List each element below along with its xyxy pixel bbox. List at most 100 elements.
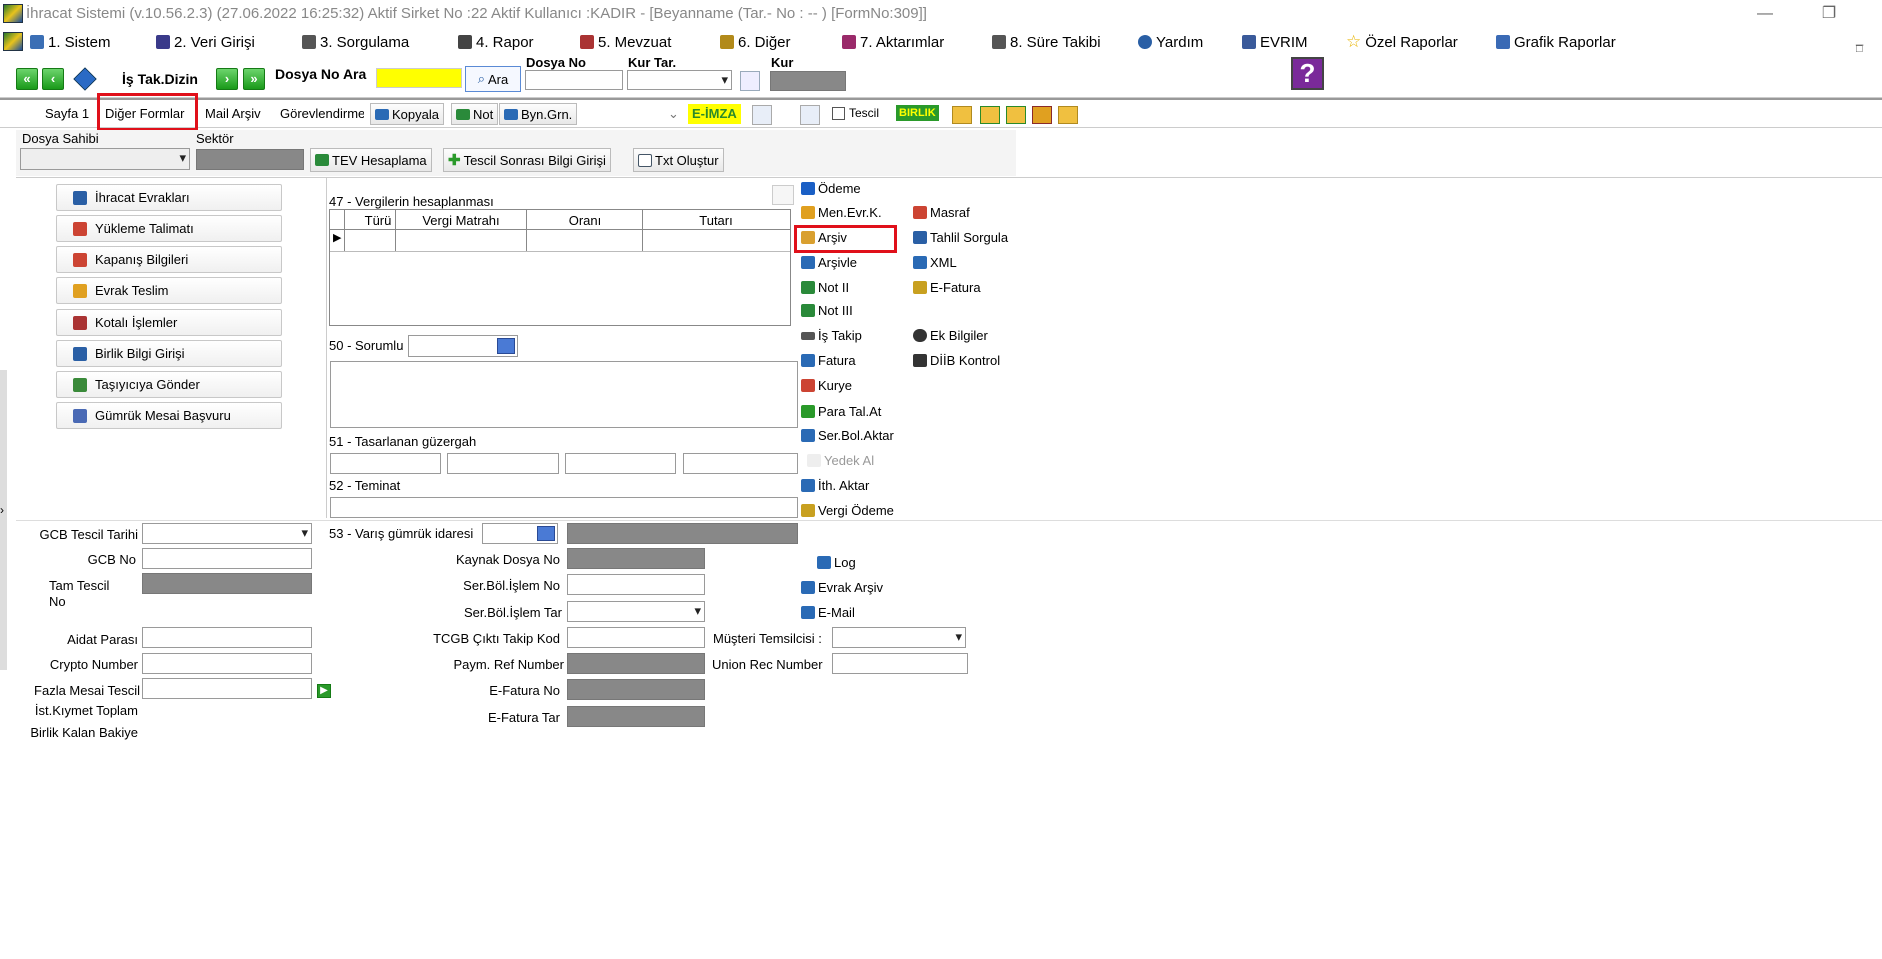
guzergah-input-1[interactable] xyxy=(330,453,441,474)
calendar-icon[interactable] xyxy=(740,71,760,91)
col-vergi-matrahi[interactable]: Vergi Matrahı xyxy=(396,213,526,228)
prev-record-button[interactable]: ‹ xyxy=(42,68,64,90)
tab-mail-arsiv[interactable]: Mail Arşiv xyxy=(205,106,261,121)
folder-settings-icon[interactable] xyxy=(1032,106,1052,124)
menu-item-evrim[interactable]: EVRIM xyxy=(1242,32,1308,52)
yukleme-talimati-button[interactable]: Yükleme Talimatı xyxy=(56,215,282,242)
dosya-no-ara-input[interactable] xyxy=(376,68,462,88)
col-orani[interactable]: Oranı xyxy=(527,213,643,228)
gcb-tescil-tarihi-select[interactable] xyxy=(142,523,312,544)
not-button[interactable]: Not xyxy=(451,103,499,125)
menu-item-grafik-raporlar[interactable]: Grafik Raporlar xyxy=(1496,32,1616,52)
kotali-islemler-button[interactable]: Kotalı İşlemler xyxy=(56,309,282,336)
arrow-right-icon[interactable]: ▶ xyxy=(317,684,331,698)
sorumlu-textarea[interactable] xyxy=(330,361,798,428)
info-icon[interactable] xyxy=(73,67,97,91)
ser-bol-islem-no-input[interactable] xyxy=(567,574,705,595)
restore-button[interactable]: ❐ xyxy=(1814,2,1844,26)
menu-item-veri-girisi[interactable]: 2. Veri Girişi xyxy=(156,32,255,52)
menu-item-diger[interactable]: 6. Diğer xyxy=(720,32,791,52)
tab-sayfa-1[interactable]: Sayfa 1 xyxy=(45,106,89,121)
tev-hesaplama-button[interactable]: TEV Hesaplama xyxy=(310,148,432,172)
link-para-tal-at[interactable]: Para Tal.At xyxy=(801,404,881,419)
minimize-button[interactable]: — xyxy=(1750,2,1780,26)
birlik-bilgi-girisi-button[interactable]: Birlik Bilgi Girişi xyxy=(56,340,282,367)
link-kurye[interactable]: Kurye xyxy=(801,378,852,393)
menu-item-sorgulama[interactable]: 3. Sorgulama xyxy=(302,32,409,52)
next-record-button[interactable]: › xyxy=(216,68,238,90)
kopyala-button[interactable]: Kopyala xyxy=(370,103,444,125)
folder-up-icon[interactable] xyxy=(980,106,1000,124)
link-vergi-odeme[interactable]: Vergi Ödeme xyxy=(801,503,894,518)
link-not-iii[interactable]: Not III xyxy=(801,303,853,318)
tab-gorevlendirme[interactable]: Görevlendirme xyxy=(280,106,364,121)
ser-bol-islem-tar-select[interactable] xyxy=(567,601,705,622)
link-ser-bol-aktar[interactable]: Ser.Bol.Aktar xyxy=(801,428,894,443)
tasiyiciya-gonder-button[interactable]: Taşıyıcıya Gönder xyxy=(56,371,282,398)
help-icon[interactable]: ? xyxy=(1291,57,1324,90)
chevron-down-icon[interactable]: ⌄ xyxy=(668,106,679,122)
kur-tar-select[interactable] xyxy=(627,70,732,90)
link-arsivle[interactable]: Arşivle xyxy=(801,255,857,270)
menu-item-rapor[interactable]: 4. Rapor xyxy=(458,32,534,52)
link-masraf[interactable]: Masraf xyxy=(913,205,970,220)
tcgb-cikti-takip-kod-input[interactable] xyxy=(567,627,705,648)
txt-olustur-button[interactable]: Txt Oluştur xyxy=(633,148,724,172)
menu-item-sure-takibi[interactable]: 8. Süre Takibi xyxy=(992,32,1101,52)
col-turu[interactable]: Türü xyxy=(356,213,400,228)
link-evrak-arsiv[interactable]: Evrak Arşiv xyxy=(801,580,883,595)
varis-input[interactable] xyxy=(482,523,558,544)
birlik-button[interactable]: BIRLIK xyxy=(896,105,939,121)
link-is-takip[interactable]: İş Takip xyxy=(801,328,862,343)
crypto-number-input[interactable] xyxy=(142,653,312,674)
preview-icon[interactable] xyxy=(800,105,820,125)
tescil-checkbox[interactable]: Tescil xyxy=(832,106,879,120)
link-diib-kontrol[interactable]: DİİB Kontrol xyxy=(913,353,1000,368)
link-xml[interactable]: XML xyxy=(913,255,957,270)
grid-settings-icon[interactable] xyxy=(772,185,794,205)
musteri-temsilcisi-select[interactable] xyxy=(832,627,966,648)
link-ith-aktar[interactable]: İth. Aktar xyxy=(801,478,869,493)
guzergah-input-3[interactable] xyxy=(565,453,676,474)
splitter[interactable] xyxy=(0,370,7,670)
vergi-grid[interactable]: Türü Vergi Matrahı Oranı Tutarı ▶ xyxy=(329,209,791,326)
link-e-mail[interactable]: E-Mail xyxy=(801,605,855,620)
link-ek-bilgiler[interactable]: Ek Bilgiler xyxy=(913,328,988,343)
dosya-sahibi-select[interactable] xyxy=(20,148,190,170)
first-record-button[interactable]: « xyxy=(16,68,38,90)
aidat-parasi-input[interactable] xyxy=(142,627,312,648)
byn-grn-button[interactable]: Byn.Grn. xyxy=(499,103,578,125)
union-rec-number-input[interactable] xyxy=(832,653,968,674)
menu-item-ozel-raporlar[interactable]: ☆ Özel Raporlar xyxy=(1346,32,1458,52)
fazla-mesai-tescil-input[interactable] xyxy=(142,678,312,699)
folder-share-icon[interactable] xyxy=(1058,106,1078,124)
teminat-input[interactable] xyxy=(330,497,798,518)
folder-export-icon[interactable] xyxy=(1006,106,1026,124)
mdi-restore-button[interactable]: □ xyxy=(1856,43,1863,55)
dosya-no-input[interactable] xyxy=(525,70,623,90)
link-log[interactable]: Log xyxy=(817,555,856,570)
usb-token-icon[interactable] xyxy=(752,105,772,125)
link-not-ii[interactable]: Not II xyxy=(801,280,849,295)
folder-open-icon[interactable] xyxy=(952,106,972,124)
link-e-fatura[interactable]: E-Fatura xyxy=(913,280,981,295)
gcb-no-input[interactable] xyxy=(142,548,312,569)
tescil-sonrasi-button[interactable]: ✚ Tescil Sonrası Bilgi Girişi xyxy=(443,148,611,172)
menu-item-yardim[interactable]: Yardım xyxy=(1138,32,1203,52)
link-men-evr-k[interactable]: Men.Evr.K. xyxy=(801,205,882,220)
menu-item-mevzuat[interactable]: 5. Mevzuat xyxy=(580,32,671,52)
ihracat-evraklari-button[interactable]: İhracat Evrakları xyxy=(56,184,282,211)
lookup-icon[interactable] xyxy=(497,338,515,354)
sorumlu-input[interactable] xyxy=(408,335,518,357)
lookup-icon[interactable] xyxy=(537,526,555,541)
last-record-button[interactable]: » xyxy=(243,68,265,90)
menu-item-aktarimlar[interactable]: 7. Aktarımlar xyxy=(842,32,944,52)
expand-arrow-icon[interactable]: › xyxy=(0,503,4,517)
gumruk-mesai-basvuru-button[interactable]: Gümrük Mesai Başvuru xyxy=(56,402,282,429)
evrak-teslim-button[interactable]: Evrak Teslim xyxy=(56,277,282,304)
e-imza-button[interactable]: E-İMZA xyxy=(688,104,741,124)
guzergah-input-4[interactable] xyxy=(683,453,798,474)
guzergah-input-2[interactable] xyxy=(447,453,559,474)
menu-item-sistem[interactable]: 1. Sistem xyxy=(30,32,111,52)
ara-button[interactable]: ⌕ Ara xyxy=(465,66,521,92)
